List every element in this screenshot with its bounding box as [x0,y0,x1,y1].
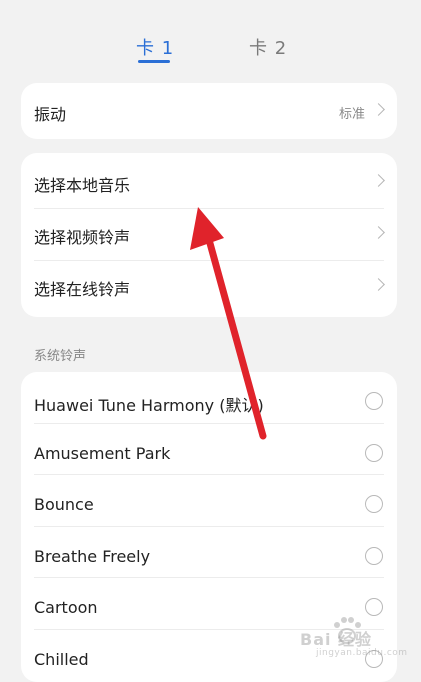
ringtone-row[interactable]: Amusement Park [21,424,397,475]
ringtone-row[interactable]: Bounce [21,475,397,527]
ringtone-label: Amusement Park [34,443,171,463]
chevron-right-icon [372,226,385,239]
ringtone-row[interactable]: Breathe Freely [21,527,397,578]
chevron-right-icon [372,278,385,291]
choose-local-music-row[interactable]: 选择本地音乐 [21,157,397,209]
choose-ringtone-card: 选择本地音乐 选择视频铃声 选择在线铃声 [21,153,397,317]
vibration-row[interactable]: 振动 标准 [21,83,397,139]
ringtone-row[interactable]: Huawei Tune Harmony (默认) [21,372,397,424]
ringtone-label: Huawei Tune Harmony (默认) [34,396,264,415]
choose-online-ringtone-row[interactable]: 选择在线铃声 [21,261,397,313]
sim-tabs: 卡 1 卡 2 [0,28,421,68]
radio-button[interactable] [365,495,383,513]
ringtone-label: Bounce [34,495,94,514]
tab-card-2[interactable]: 卡 2 [249,34,287,60]
ringtone-label: Breathe Freely [34,546,151,566]
choose-video-ringtone-label: 选择视频铃声 [34,228,131,247]
radio-button[interactable] [365,392,383,410]
vibration-label: 振动 [34,105,67,124]
system-ringtones-heading: 系统铃声 [34,349,87,364]
choose-online-ringtone-label: 选择在线铃声 [34,280,131,299]
tab-card-1[interactable]: 卡 1 [136,34,174,60]
radio-button[interactable] [365,443,383,462]
ringtone-label: Chilled [34,649,89,669]
active-tab-indicator [138,60,170,63]
vibration-value: 标准 [338,107,365,122]
watermark-subtext: jingyan.baidu.com [316,648,408,658]
vibration-card: 振动 标准 [21,83,397,139]
watermark-text: Bai 经验 [300,630,373,649]
ringtone-label: Cartoon [34,598,98,617]
chevron-right-icon [372,103,385,116]
chevron-right-icon [372,174,385,187]
radio-button[interactable] [365,546,383,565]
baidu-watermark: Bai 经验 jingyan.baidu.com [300,614,410,664]
choose-video-ringtone-row[interactable]: 选择视频铃声 [21,209,397,261]
choose-local-music-label: 选择本地音乐 [34,176,131,195]
